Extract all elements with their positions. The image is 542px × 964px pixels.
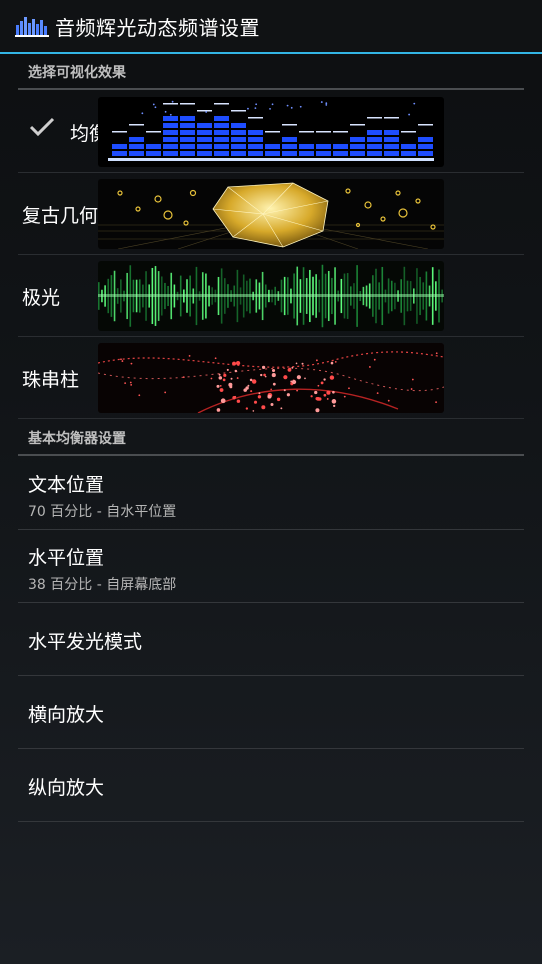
equalizer-settings-header: 基本均衡器设置 (18, 422, 524, 456)
setting-summary: 38 百分比 - 自屏幕底部 (28, 577, 177, 593)
setting-summary: 70 百分比 - 自水平位置 (28, 504, 177, 520)
setting-horizontal-zoom[interactable]: 横向放大 (18, 676, 524, 749)
setting-title: 水平位置 (28, 547, 105, 569)
setting-title: 横向放大 (28, 704, 105, 726)
aurora-preview (98, 261, 444, 331)
action-bar-divider (0, 52, 542, 54)
equalizer-preview (98, 97, 444, 167)
retro-geometry-preview (98, 179, 444, 249)
setting-horizontal-position[interactable]: 水平位置 38 百分比 - 自屏幕底部 (18, 530, 524, 603)
viz-option-aurora[interactable]: 极光 (18, 255, 524, 337)
action-bar: 音频辉光动态频谱设置 (0, 0, 542, 52)
visualization-section-header: 选择可视化效果 (18, 56, 524, 90)
viz-label-aurora: 极光 (22, 286, 61, 309)
setting-title: 文本位置 (28, 474, 105, 496)
viz-label-bead-string: 珠串柱 (22, 368, 80, 391)
setting-title: 纵向放大 (28, 777, 105, 799)
viz-option-bead-string[interactable]: 珠串柱 (18, 337, 524, 419)
viz-option-retro-geometry[interactable]: 复古几何 (18, 173, 524, 255)
bead-string-preview (98, 343, 444, 413)
setting-vertical-zoom[interactable]: 纵向放大 (18, 749, 524, 822)
setting-text-position[interactable]: 文本位置 70 百分比 - 自水平位置 (18, 457, 524, 530)
setting-horizontal-glow-mode[interactable]: 水平发光模式 (18, 603, 524, 676)
setting-title: 水平发光模式 (28, 631, 143, 653)
app-title: 音频辉光动态频谱设置 (55, 15, 260, 40)
check-icon (29, 117, 55, 137)
viz-label-retro-geometry: 复古几何 (22, 204, 99, 227)
equalizer-app-icon[interactable] (15, 15, 49, 37)
viz-option-equalizer[interactable]: 均衡器 (18, 91, 524, 173)
